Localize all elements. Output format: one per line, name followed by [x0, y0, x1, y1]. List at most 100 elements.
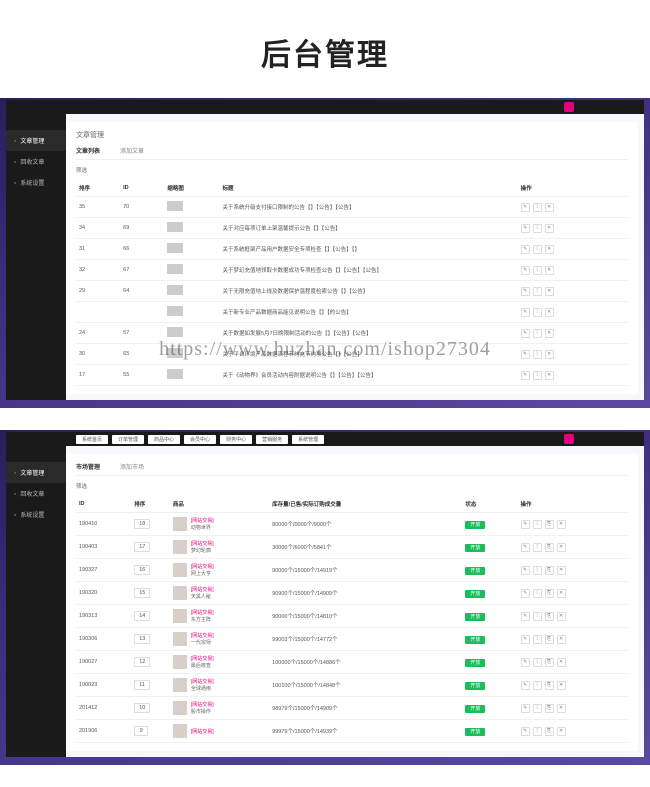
order-input[interactable]: 13: [134, 634, 150, 644]
delete-icon[interactable]: ✕: [557, 658, 566, 667]
edit-icon[interactable]: ✎: [521, 224, 530, 233]
view-icon[interactable]: ⁞: [533, 520, 542, 529]
delete-icon[interactable]: ✕: [545, 308, 554, 317]
edit-icon[interactable]: ✎: [521, 520, 530, 529]
edit-icon[interactable]: ✎: [521, 704, 530, 713]
view-icon[interactable]: ⁞: [533, 350, 542, 359]
copy-icon[interactable]: ⎘: [545, 681, 554, 690]
edit-icon[interactable]: ✎: [521, 635, 530, 644]
top-nav-item[interactable]: 系统首页: [76, 435, 108, 444]
status-badge[interactable]: 开放: [465, 636, 485, 644]
edit-icon[interactable]: ✎: [521, 589, 530, 598]
copy-icon[interactable]: ⎘: [545, 543, 554, 552]
edit-icon[interactable]: ✎: [521, 287, 530, 296]
view-icon[interactable]: ⁞: [533, 266, 542, 275]
status-badge[interactable]: 开放: [465, 659, 485, 667]
status-badge[interactable]: 开放: [465, 705, 485, 713]
delete-icon[interactable]: ✕: [557, 566, 566, 575]
copy-icon[interactable]: ⎘: [545, 727, 554, 736]
status-badge[interactable]: 开放: [465, 613, 485, 621]
edit-icon[interactable]: ✎: [521, 543, 530, 552]
order-input[interactable]: 11: [134, 680, 150, 690]
delete-icon[interactable]: ✕: [557, 727, 566, 736]
sidebar-item[interactable]: 文章管理: [6, 130, 66, 151]
order-input[interactable]: 16: [134, 565, 150, 575]
view-icon[interactable]: ⁞: [533, 329, 542, 338]
filter-label[interactable]: 筛选: [76, 482, 628, 490]
view-icon[interactable]: ⁞: [533, 543, 542, 552]
delete-icon[interactable]: ✕: [557, 520, 566, 529]
top-nav-item[interactable]: 会员中心: [184, 435, 216, 444]
delete-icon[interactable]: ✕: [557, 681, 566, 690]
delete-icon[interactable]: ✕: [557, 635, 566, 644]
edit-icon[interactable]: ✎: [521, 245, 530, 254]
view-icon[interactable]: ⁞: [533, 308, 542, 317]
edit-icon[interactable]: ✎: [521, 681, 530, 690]
view-icon[interactable]: ⁞: [533, 203, 542, 212]
edit-icon[interactable]: ✎: [521, 266, 530, 275]
edit-icon[interactable]: ✎: [521, 203, 530, 212]
view-icon[interactable]: ⁞: [533, 245, 542, 254]
edit-icon[interactable]: ✎: [521, 371, 530, 380]
sidebar-item[interactable]: 文章管理: [6, 462, 66, 483]
delete-icon[interactable]: ✕: [545, 245, 554, 254]
top-nav-item[interactable]: 商品中心: [148, 435, 180, 444]
status-badge[interactable]: 开放: [465, 544, 485, 552]
view-icon[interactable]: ⁞: [533, 371, 542, 380]
order-input[interactable]: 9: [134, 726, 148, 736]
edit-icon[interactable]: ✎: [521, 566, 530, 575]
view-icon[interactable]: ⁞: [533, 612, 542, 621]
view-icon[interactable]: ⁞: [533, 681, 542, 690]
status-badge[interactable]: 开放: [465, 590, 485, 598]
view-icon[interactable]: ⁞: [533, 287, 542, 296]
edit-icon[interactable]: ✎: [521, 727, 530, 736]
delete-icon[interactable]: ✕: [557, 589, 566, 598]
order-input[interactable]: 17: [134, 542, 150, 552]
edit-icon[interactable]: ✎: [521, 308, 530, 317]
delete-icon[interactable]: ✕: [545, 203, 554, 212]
copy-icon[interactable]: ⎘: [545, 612, 554, 621]
order-input[interactable]: 14: [134, 611, 150, 621]
delete-icon[interactable]: ✕: [557, 612, 566, 621]
sidebar-item[interactable]: 回收文章: [6, 151, 66, 172]
copy-icon[interactable]: ⎘: [545, 658, 554, 667]
status-badge[interactable]: 开放: [465, 682, 485, 690]
copy-icon[interactable]: ⎘: [545, 589, 554, 598]
copy-icon[interactable]: ⎘: [545, 704, 554, 713]
edit-icon[interactable]: ✎: [521, 329, 530, 338]
order-input[interactable]: 10: [134, 703, 150, 713]
delete-icon[interactable]: ✕: [557, 704, 566, 713]
delete-icon[interactable]: ✕: [545, 350, 554, 359]
tab-market-mgmt[interactable]: 市场管理: [76, 462, 100, 471]
top-nav-item[interactable]: 财务中心: [220, 435, 252, 444]
delete-icon[interactable]: ✕: [545, 371, 554, 380]
copy-icon[interactable]: ⎘: [545, 520, 554, 529]
filter-label[interactable]: 筛选: [76, 166, 628, 174]
order-input[interactable]: 18: [134, 519, 150, 529]
delete-icon[interactable]: ✕: [545, 224, 554, 233]
status-badge[interactable]: 开放: [465, 728, 485, 736]
order-input[interactable]: 15: [134, 588, 150, 598]
top-nav-item[interactable]: 营销服务: [256, 435, 288, 444]
view-icon[interactable]: ⁞: [533, 566, 542, 575]
copy-icon[interactable]: ⎘: [545, 635, 554, 644]
tab-article-list[interactable]: 文章列表: [76, 146, 100, 155]
view-icon[interactable]: ⁞: [533, 635, 542, 644]
view-icon[interactable]: ⁞: [533, 224, 542, 233]
delete-icon[interactable]: ✕: [545, 329, 554, 338]
edit-icon[interactable]: ✎: [521, 350, 530, 359]
top-nav-item[interactable]: 订单管理: [112, 435, 144, 444]
status-badge[interactable]: 开放: [465, 521, 485, 529]
delete-icon[interactable]: ✕: [545, 266, 554, 275]
edit-icon[interactable]: ✎: [521, 612, 530, 621]
sidebar-item[interactable]: 回收文章: [6, 483, 66, 504]
sidebar-item[interactable]: 系统设置: [6, 504, 66, 525]
status-badge[interactable]: 开放: [465, 567, 485, 575]
top-nav-item[interactable]: 系统管理: [292, 435, 324, 444]
tab-add-market[interactable]: 添加市场: [120, 462, 144, 471]
view-icon[interactable]: ⁞: [533, 704, 542, 713]
view-icon[interactable]: ⁞: [533, 658, 542, 667]
delete-icon[interactable]: ✕: [557, 543, 566, 552]
copy-icon[interactable]: ⎘: [545, 566, 554, 575]
delete-icon[interactable]: ✕: [545, 287, 554, 296]
